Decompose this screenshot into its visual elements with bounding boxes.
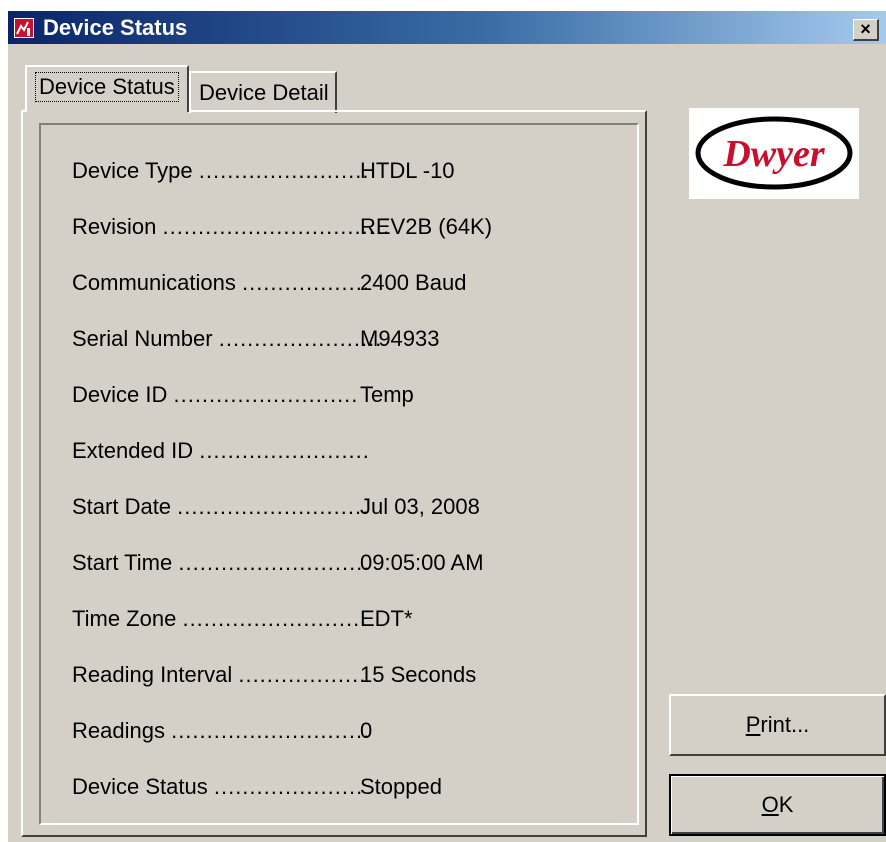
app-icon	[14, 18, 34, 38]
row-label: Device ID	[72, 382, 168, 407]
close-icon: ×	[860, 19, 871, 39]
print-label: rint...	[760, 712, 810, 737]
row-label: Device Status	[72, 774, 208, 799]
title-bar[interactable]: Device Status ×	[8, 11, 886, 44]
row-value: Stopped	[360, 774, 442, 799]
status-row-device-type: Device Type ........................ HTD…	[72, 156, 455, 186]
status-row-readings: Readings ............................ 0	[72, 716, 373, 746]
row-leader: ...........................	[178, 550, 371, 575]
row-leader: .......................	[218, 326, 383, 351]
status-groupbox: Device Type ........................ HTD…	[39, 123, 639, 825]
device-status-window: Device Status × Device Status Device Det…	[7, 10, 886, 842]
row-leader: ..................	[241, 270, 370, 295]
row-leader: ........................	[198, 158, 370, 183]
status-row-revision: Revision ...............................…	[72, 212, 492, 242]
row-value: Jul 03, 2008	[360, 494, 480, 519]
row-value: Temp	[360, 382, 414, 407]
row-value: REV2B (64K)	[360, 214, 493, 239]
row-leader: ..................	[238, 662, 367, 687]
status-row-device-status: Device Status ..................... Stop…	[72, 772, 442, 802]
print-button[interactable]: Print...	[669, 694, 886, 756]
status-row-extended-id: Extended ID ........................	[72, 436, 370, 466]
row-label: Start Date	[72, 494, 172, 519]
row-label: Device Type	[72, 158, 193, 183]
window-title: Device Status	[43, 15, 188, 40]
ok-label: K	[778, 792, 794, 817]
row-value: HTDL -10	[360, 158, 455, 183]
row-value: 15 Seconds	[360, 662, 477, 687]
row-value: 2400 Baud	[360, 270, 467, 295]
row-value: EDT*	[360, 606, 413, 631]
row-value: M94933	[360, 326, 440, 351]
row-value: 09:05:00 AM	[360, 550, 484, 575]
row-leader: ..........................	[182, 606, 368, 631]
status-row-start-date: Start Date ........................... J…	[72, 492, 480, 522]
ok-button[interactable]: OK	[669, 774, 886, 836]
row-label: Start Time	[72, 550, 173, 575]
logo-text: Dwyer	[722, 133, 826, 175]
close-button[interactable]: ×	[853, 19, 879, 41]
logo-graphic: Dwyer	[695, 116, 853, 190]
tab-label: Device Detail	[199, 80, 329, 105]
row-label: Communications	[72, 270, 236, 295]
tab-device-detail[interactable]: Device Detail	[189, 71, 337, 113]
row-leader: ................................	[162, 214, 391, 239]
row-label: Time Zone	[72, 606, 177, 631]
row-leader: .....................	[213, 774, 364, 799]
print-mnemonic: P	[745, 712, 761, 737]
ok-mnemonic: O	[761, 792, 779, 817]
row-label: Revision	[72, 214, 157, 239]
row-label: Readings	[72, 718, 165, 743]
tab-label: Device Status	[35, 72, 179, 102]
device-status-tab-panel: Device Type ........................ HTD…	[21, 110, 647, 837]
row-leader: ...........................	[177, 494, 370, 519]
dwyer-logo: Dwyer	[689, 108, 859, 199]
status-row-reading-interval: Reading Interval .................. 15 S…	[72, 660, 476, 690]
row-leader: ............................	[171, 718, 371, 743]
status-row-communications: Communications .................. 2400 B…	[72, 268, 466, 298]
row-leader: ..........................	[173, 382, 359, 407]
status-row-time-zone: Time Zone .......................... EDT…	[72, 604, 413, 634]
status-row-serial-number: Serial Number ....................... M9…	[72, 324, 440, 354]
row-label: Reading Interval	[72, 662, 233, 687]
row-label: Serial Number	[72, 326, 213, 351]
row-value: 0	[360, 718, 373, 743]
status-row-start-time: Start Time ........................... 0…	[72, 548, 484, 578]
tab-device-status[interactable]: Device Status	[25, 65, 189, 112]
status-row-device-id: Device ID .......................... Tem…	[72, 380, 414, 410]
row-leader: ........................	[199, 438, 370, 463]
row-label: Extended ID	[72, 438, 194, 463]
